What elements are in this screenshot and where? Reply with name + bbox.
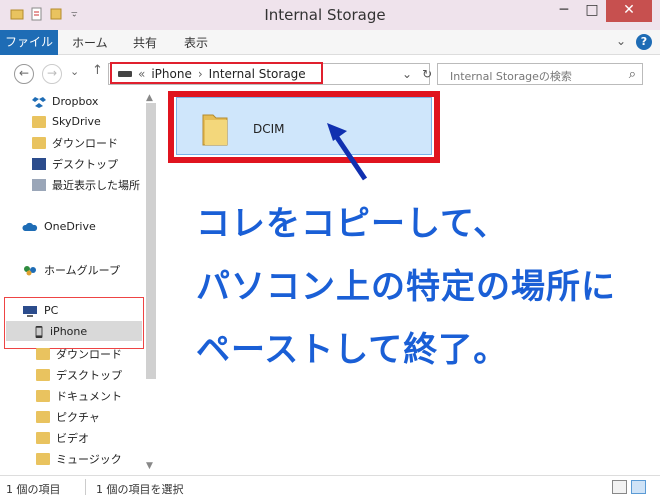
nav-item-downloads-pc[interactable]: ダウンロード <box>36 346 122 362</box>
pictures-folder-icon <box>36 411 50 423</box>
back-button[interactable]: ← <box>14 64 34 84</box>
tab-home[interactable]: ホーム <box>72 34 108 51</box>
nav-item-music[interactable]: ミュージック <box>36 451 122 467</box>
iphone-icon <box>35 325 43 338</box>
folder-name: DCIM <box>253 122 285 136</box>
pc-icon <box>23 305 37 317</box>
nav-item-label: デスクトップ <box>52 158 118 171</box>
tab-share[interactable]: 共有 <box>133 34 157 51</box>
tab-view[interactable]: 表示 <box>184 34 208 51</box>
title-bar: Internal Storage ─ □ ✕ <box>0 0 660 30</box>
ribbon-right-controls: ⌄ ? <box>616 34 652 50</box>
nav-item-desktop-pc[interactable]: デスクトップ <box>36 367 122 383</box>
ribbon: ファイル ホーム 共有 表示 ⌄ ? <box>0 30 660 55</box>
help-icon[interactable]: ? <box>636 34 652 50</box>
breadcrumb: « iPhone › Internal Storage <box>118 67 306 81</box>
breadcrumb-internal-storage[interactable]: Internal Storage <box>209 67 306 81</box>
nav-item-label: Dropbox <box>52 95 99 108</box>
callout-line-1: コレをコピーして、 <box>196 204 509 244</box>
nav-item-label: ダウンロード <box>56 348 122 361</box>
search-icon[interactable]: ⌕ <box>629 67 636 82</box>
dcim-folder-item[interactable]: DCIM <box>176 97 432 155</box>
nav-item-label: iPhone <box>50 325 88 338</box>
maximize-button[interactable]: □ <box>578 0 606 22</box>
onedrive-icon <box>22 222 38 231</box>
desktop-folder-icon <box>36 369 50 381</box>
status-bar: 1 個の項目 1 個の項目を選択 <box>0 475 660 500</box>
close-button[interactable]: ✕ <box>606 0 652 22</box>
breadcrumb-iphone[interactable]: iPhone <box>151 67 192 81</box>
nav-item-label: ピクチャ <box>56 411 100 424</box>
documents-folder-icon <box>36 390 50 402</box>
view-buttons <box>612 480 646 494</box>
refresh-icon[interactable]: ↻ <box>422 67 432 81</box>
drive-icon <box>118 71 132 77</box>
nav-item-label: PC <box>44 304 59 317</box>
address-dropdown-icon[interactable]: ⌄ <box>402 67 412 81</box>
minimize-button[interactable]: ─ <box>550 0 578 22</box>
nav-item-label: SkyDrive <box>52 115 101 128</box>
breadcrumb-overflow[interactable]: « <box>138 67 145 81</box>
nav-item-documents[interactable]: ドキュメント <box>36 388 122 404</box>
scroll-up-icon[interactable]: ▲ <box>146 93 153 103</box>
callout-line-2: パソコン上の特定の場所に <box>196 267 616 307</box>
callout-line-3: ペーストして終了。 <box>196 330 509 370</box>
navigation-pane: Dropbox SkyDrive ダウンロード デスクトップ 最近表示した場所 … <box>0 91 160 475</box>
desktop-icon <box>32 158 46 170</box>
nav-item-label: デスクトップ <box>56 369 122 382</box>
nav-item-label: 最近表示した場所 <box>52 179 140 192</box>
nav-item-onedrive[interactable]: OneDrive <box>22 220 96 233</box>
recent-locations-icon[interactable]: ⌄ <box>70 65 79 78</box>
pointer-arrow-icon <box>327 123 368 181</box>
download-folder-icon <box>36 348 50 360</box>
nav-item-skydrive[interactable]: SkyDrive <box>32 115 101 128</box>
nav-item-videos[interactable]: ビデオ <box>36 430 89 446</box>
address-buttons: ⌄ ↻ <box>402 67 432 81</box>
download-folder-icon <box>32 137 46 149</box>
folder-icon <box>202 114 228 146</box>
nav-item-pc[interactable]: PC <box>22 304 58 317</box>
folder-icon <box>32 115 46 128</box>
selection-count: 1 個の項目を選択 <box>96 483 184 496</box>
search-input[interactable]: Internal Storageの検索 ⌕ <box>437 63 643 85</box>
scroll-down-icon[interactable]: ▼ <box>146 461 153 471</box>
status-separator <box>85 479 86 495</box>
forward-button[interactable]: → <box>42 64 62 84</box>
dropbox-icon <box>32 96 46 108</box>
up-button[interactable]: ↑ <box>92 63 103 78</box>
homegroup-icon <box>24 266 36 276</box>
content-area: DCIM コレをコピーして、 パソコン上の特定の場所に ペーストして終了。 <box>160 91 660 475</box>
nav-item-label: ダウンロード <box>52 137 118 150</box>
large-icons-view-icon[interactable] <box>631 480 646 494</box>
scrollbar-thumb[interactable] <box>146 103 156 379</box>
nav-item-label: OneDrive <box>44 220 96 233</box>
address-row: ← → ⌄ ↑ « iPhone › Internal Storage ⌄ ↻ … <box>0 55 660 91</box>
nav-item-iphone[interactable]: iPhone <box>34 325 87 338</box>
expand-ribbon-icon[interactable]: ⌄ <box>616 34 626 50</box>
nav-item-recent-places[interactable]: 最近表示した場所 <box>32 177 140 193</box>
nav-item-label: ホームグループ <box>44 264 121 277</box>
breadcrumb-separator-icon[interactable]: › <box>198 67 203 81</box>
nav-item-desktop[interactable]: デスクトップ <box>32 156 118 172</box>
item-count: 1 個の項目 <box>6 483 61 496</box>
nav-item-homegroup[interactable]: ホームグループ <box>22 262 120 278</box>
music-folder-icon <box>36 453 50 465</box>
nav-item-downloads[interactable]: ダウンロード <box>32 135 118 151</box>
videos-folder-icon <box>36 432 50 444</box>
tab-file[interactable]: ファイル <box>0 30 58 55</box>
window-controls: ─ □ ✕ <box>550 0 652 22</box>
details-view-icon[interactable] <box>612 480 627 494</box>
nav-scrollbar[interactable]: ▲ ▼ <box>144 91 158 475</box>
nav-item-label: ビデオ <box>56 432 89 445</box>
recent-places-icon <box>32 179 46 191</box>
nav-item-dropbox[interactable]: Dropbox <box>32 95 98 108</box>
nav-item-pictures[interactable]: ピクチャ <box>36 409 100 425</box>
nav-item-label: ミュージック <box>56 453 122 466</box>
search-placeholder: Internal Storageの検索 <box>450 70 572 83</box>
nav-item-label: ドキュメント <box>56 390 122 403</box>
